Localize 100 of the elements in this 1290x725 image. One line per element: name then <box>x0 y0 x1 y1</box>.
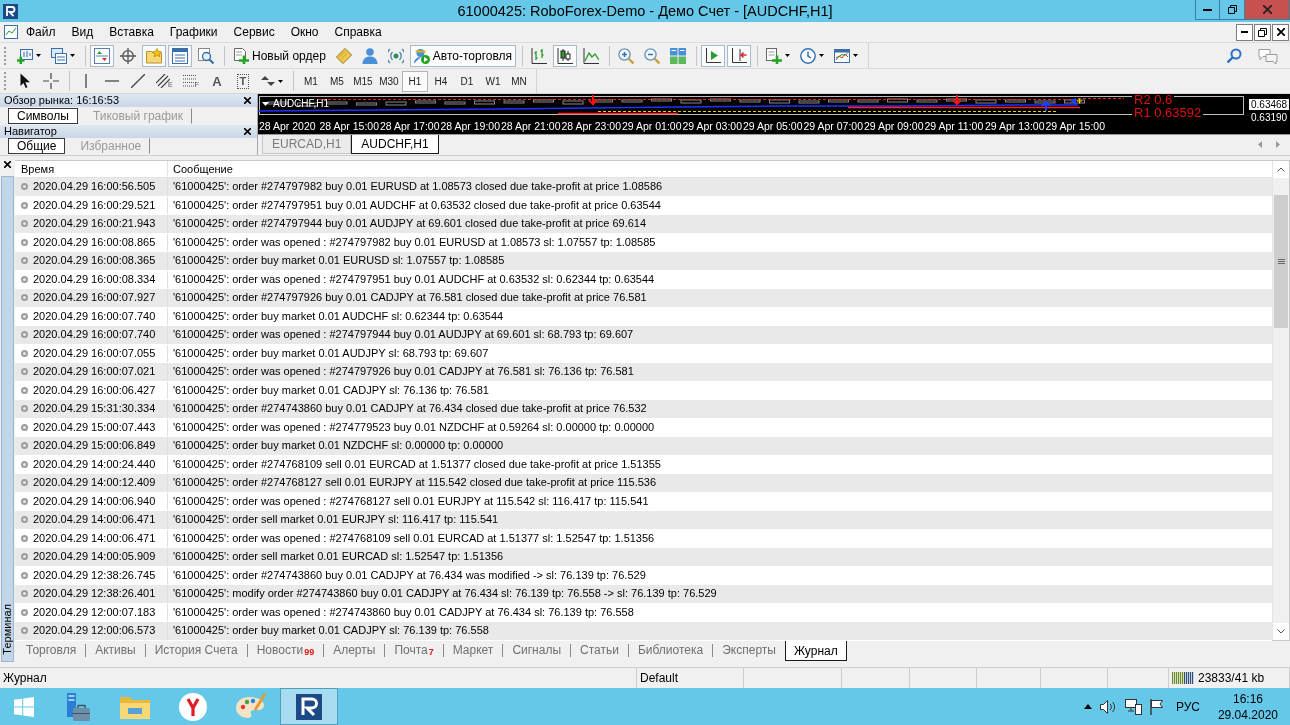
dot-icon <box>21 571 28 579</box>
close-button[interactable] <box>4 161 11 168</box>
close-button[interactable] <box>244 127 251 135</box>
cursor-icon <box>19 73 31 89</box>
close-button[interactable] <box>244 97 251 104</box>
menu-item[interactable]: Вставка <box>101 22 162 42</box>
flag-icon <box>1149 698 1164 715</box>
time-label: 28 Apr 2020 <box>259 120 316 134</box>
menu-item[interactable]: Файл <box>18 22 64 42</box>
scrollbar-thumb[interactable] <box>1274 195 1288 328</box>
panel-title: Навигатор <box>4 124 57 138</box>
show-hidden-icons-button[interactable] <box>1083 704 1092 709</box>
level-label: R2 0.6 <box>1132 94 1175 107</box>
timeframe-button[interactable]: M5 <box>323 70 350 92</box>
new-order-button[interactable]: Новый ордер <box>229 44 330 67</box>
terminal-tab[interactable]: Новости99 <box>247 641 324 659</box>
panel-tab[interactable]: Общие <box>8 138 66 155</box>
network-button[interactable] <box>1124 698 1142 715</box>
minimize-button[interactable] <box>1236 23 1253 41</box>
chart-window-icon <box>4 25 18 39</box>
chevron-down-icon <box>1277 629 1285 634</box>
dot-icon <box>21 442 28 450</box>
timeframe-button[interactable]: M30 <box>375 70 402 92</box>
timeframe-button[interactable]: D1 <box>453 70 480 92</box>
action-center-button[interactable] <box>1149 698 1164 715</box>
candlestick-button[interactable] <box>553 44 578 67</box>
timeframe-button[interactable]: M1 <box>297 70 324 92</box>
volume-button[interactable] <box>1099 699 1117 714</box>
scroll-up-button[interactable] <box>1273 161 1289 178</box>
terminal-tab[interactable]: Активы <box>86 641 145 659</box>
timeframe-button[interactable]: H1 <box>401 70 428 92</box>
scroll-down-button[interactable] <box>1273 623 1289 640</box>
log-time: 2020.04.29 16:00:07.021 <box>33 364 156 380</box>
log-time: 2020.04.29 14:00:06.471 <box>33 512 156 528</box>
taskbar-app-button[interactable] <box>280 688 338 725</box>
auto-scroll-button[interactable] <box>701 44 726 67</box>
caret-icon <box>785 54 791 57</box>
panel-tab[interactable]: Символы <box>8 107 78 124</box>
dot-icon <box>21 553 28 561</box>
text-tool-button[interactable]: A <box>204 70 229 92</box>
restore-button[interactable] <box>1254 23 1271 41</box>
minimize-button[interactable] <box>1195 0 1220 20</box>
terminal-tab[interactable]: Маркет <box>443 641 503 659</box>
timeframe-button[interactable]: H4 <box>427 70 454 92</box>
terminal-tab[interactable]: Сигналы <box>503 641 571 659</box>
menu-item[interactable]: Окно <box>282 22 327 42</box>
menu-item[interactable]: Справка <box>326 22 390 42</box>
signal-icon <box>387 47 404 64</box>
terminal-tab[interactable]: Почта7 <box>385 641 443 659</box>
dot-icon <box>21 423 28 431</box>
candlestick-icon <box>557 47 574 64</box>
terminal-tab[interactable]: История Счета <box>145 641 247 659</box>
dot-icon <box>21 201 28 209</box>
log-time: 2020.04.29 16:00:07.055 <box>33 345 156 361</box>
auto-trading-button[interactable]: Авто-торговля <box>409 44 517 67</box>
close-button[interactable] <box>1272 23 1289 41</box>
menu-item[interactable]: Графики <box>161 22 226 42</box>
chart-tab[interactable]: EURCAD,H1 <box>262 135 352 154</box>
triangle-left-icon <box>1258 141 1262 148</box>
document-plus-icon <box>233 47 249 64</box>
timeframe-button[interactable]: M15 <box>349 70 376 92</box>
dot-icon <box>21 257 28 265</box>
terminal-tab[interactable]: Эксперты <box>713 641 785 659</box>
terminal-tab[interactable]: Статьи <box>571 641 628 659</box>
menu-item[interactable]: Сервис <box>225 22 283 42</box>
magnifier-icon <box>198 47 214 64</box>
dot-icon <box>21 275 28 283</box>
time-label: 29 Apr 05:00 <box>743 120 803 134</box>
line-chart-icon <box>583 47 600 64</box>
toolbar-grip[interactable] <box>4 46 8 65</box>
language-indicator[interactable]: РУС <box>1171 699 1210 714</box>
status-text: Журнал <box>3 671 47 685</box>
log-time: 2020.04.29 16:00:08.365 <box>33 253 156 269</box>
scrollbar[interactable] <box>1272 161 1289 640</box>
terminal-tab[interactable]: Алерты <box>324 641 385 659</box>
time-label: 29 Apr 07:00 <box>803 120 864 134</box>
log-time: 2020.04.29 16:00:06.427 <box>33 382 156 398</box>
dot-icon <box>21 368 28 376</box>
timeframe-button[interactable]: W1 <box>479 70 506 92</box>
terminal-tab[interactable]: Библиотека <box>628 641 713 659</box>
terminal-tab[interactable]: Торговля <box>17 641 86 659</box>
vertical-line-icon <box>85 74 87 88</box>
menu-item[interactable]: Вид <box>63 22 102 42</box>
market-watch-button[interactable] <box>90 44 114 67</box>
chart-tab[interactable]: AUDCHF,H1 <box>351 135 439 154</box>
unread-count: 99 <box>304 647 315 657</box>
panel-title: Терминал <box>2 603 13 657</box>
data-window-button[interactable] <box>168 44 192 67</box>
column-header[interactable]: Время <box>15 161 167 177</box>
chart-shift-button[interactable] <box>727 44 752 67</box>
status-text: 23833/41 kb <box>1198 671 1265 685</box>
terminal-tab[interactable]: Журнал <box>784 641 847 661</box>
toolbar-grip[interactable] <box>4 72 8 90</box>
dot-icon <box>21 183 28 191</box>
text-label-button[interactable]: T <box>230 70 255 92</box>
timeframe-button[interactable]: MN <box>505 70 532 92</box>
log-time: 2020.04.29 12:38:26.745 <box>33 567 156 583</box>
time-label: 29 Apr 01:00 <box>622 120 682 134</box>
connection-bars-icon <box>1172 672 1194 684</box>
window-list-icon <box>172 47 188 64</box>
